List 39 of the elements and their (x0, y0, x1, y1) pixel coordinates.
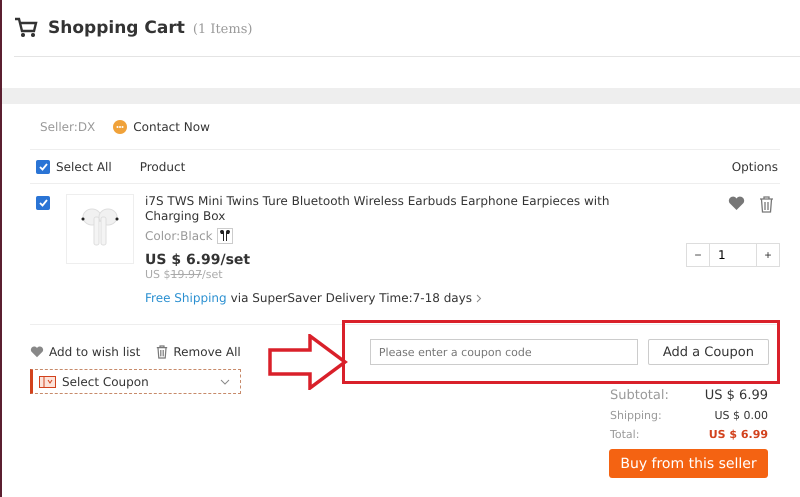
color-label: Color:Black (145, 229, 213, 243)
remove-all-link[interactable]: Remove All (156, 345, 241, 359)
trash-icon (156, 345, 168, 359)
total-value: US $ 6.99 (704, 388, 768, 403)
select-all-checkbox[interactable] (36, 160, 50, 174)
options-header: Options (732, 160, 778, 174)
old-price-unit: /set (202, 268, 223, 281)
page-title: Shopping Cart (48, 18, 185, 38)
free-shipping-link[interactable]: Free Shipping (145, 291, 227, 305)
price: US $ 6.99/set (145, 252, 252, 268)
quantity-field[interactable]: 1 (709, 244, 757, 266)
coupon-code-field[interactable]: Please enter a coupon code (370, 339, 638, 365)
item-checkbox[interactable] (36, 196, 50, 210)
select-all-label: Select All (56, 160, 112, 174)
total-value: US $ 6.99 (708, 428, 768, 441)
add-coupon-button[interactable]: Add a Coupon (648, 339, 769, 365)
item-count: (1 Items) (192, 22, 252, 37)
seller-name: Seller:DX (40, 120, 96, 134)
contact-link[interactable]: Contact Now (133, 120, 210, 134)
wishlist-link[interactable]: Add to wish list (30, 345, 140, 359)
chevron-down-icon (220, 378, 230, 384)
earbuds-icon[interactable] (216, 228, 233, 244)
quantity-stepper[interactable]: − 1 + (686, 243, 780, 267)
trash-icon[interactable] (759, 196, 774, 213)
cart-icon[interactable] (14, 17, 38, 39)
heart-icon[interactable] (728, 196, 745, 211)
product-header: Product (140, 160, 186, 174)
old-price-currency: US $ (145, 268, 171, 281)
total-value: US $ 0.00 (713, 409, 768, 422)
total-label: Shipping: (610, 409, 663, 422)
old-price-amount: 19.97 (170, 268, 202, 281)
product-title[interactable]: i7S TWS Mini Twins Ture Bluetooth Wireless Earbuds Earphone Earpieces with Charging Box (145, 194, 660, 224)
coupon-icon (39, 376, 56, 388)
total-label: Subtotal: (610, 388, 670, 403)
chevron-right-icon[interactable] (476, 294, 482, 302)
delivery-text: via SuperSaver Delivery Time:7-18 days (230, 291, 472, 305)
heart-icon (30, 346, 44, 358)
total-label: Total: (610, 428, 640, 441)
coupon-select[interactable]: Select Coupon (30, 369, 241, 394)
